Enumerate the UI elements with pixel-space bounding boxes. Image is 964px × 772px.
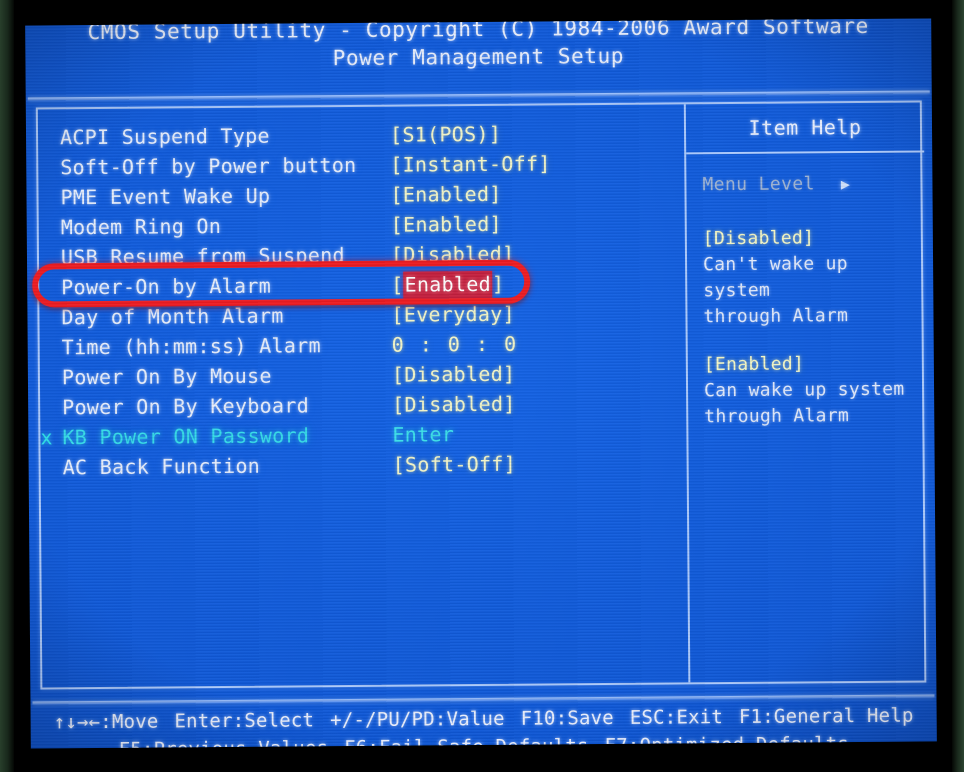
setting-label: Modem Ring On	[60, 214, 222, 240]
setting-value[interactable]: [S1(POS)]	[390, 122, 501, 147]
setting-row[interactable]: x KB Power ON Password Enter	[40, 421, 662, 456]
menu-level-row: Menu Level ▶	[702, 171, 924, 199]
setting-label: Power-On by Alarm	[61, 273, 272, 300]
help-block-heading: [Disabled]	[702, 227, 815, 250]
setting-value[interactable]: [Disabled]	[392, 362, 516, 387]
help-block-spacer	[704, 329, 926, 353]
setting-value[interactable]: [Everyday]	[391, 302, 515, 327]
bios-photo-frame: CMOS Setup Utility - Copyright (C) 1984-…	[0, 0, 964, 772]
setting-value[interactable]: [Soft-Off]	[393, 452, 517, 477]
key-hint[interactable]: ESC:Exit	[630, 706, 723, 729]
help-block: [Enabled] Can wake up system through Alarm	[704, 351, 927, 431]
setting-value[interactable]: [Enabled]	[391, 270, 504, 299]
chevron-right-icon: ▶	[840, 175, 851, 194]
key-hint[interactable]: F1:General Help	[739, 705, 914, 728]
key-hint[interactable]: ↑↓→←:Move	[54, 711, 159, 734]
setting-label: USB Resume from Suspend	[60, 243, 345, 270]
crt-screen: CMOS Setup Utility - Copyright (C) 1984-…	[25, 18, 937, 749]
setting-label: AC Back Function	[62, 453, 261, 480]
key-hint[interactable]: Enter:Select	[174, 709, 314, 732]
setting-value[interactable]: [Enabled]	[391, 212, 502, 237]
setting-label: PME Event Wake Up	[60, 183, 271, 210]
function-key-bar: ↑↓→←:Move Enter:Select +/-/PU/PD:Value F10:…	[31, 701, 937, 749]
key-hint[interactable]: F5:Previous Values	[119, 737, 329, 748]
help-block-text: through Alarm	[703, 305, 849, 328]
help-block: [Disabled] Can't wake up system through Al…	[703, 225, 926, 331]
setting-value[interactable]: [Disabled]	[392, 392, 516, 417]
help-block-text: through Alarm	[704, 405, 850, 428]
key-hint[interactable]: F6:Fail-Safe Defaults	[344, 735, 589, 748]
setting-value[interactable]: [Instant-Off]	[390, 151, 551, 176]
setting-value[interactable]: [Enabled]	[390, 182, 501, 207]
item-help-body: Menu Level ▶ [Disabled] Can't wake up sys…	[686, 153, 926, 431]
key-hint[interactable]: +/-/PU/PD:Value	[330, 708, 505, 731]
key-hint[interactable]: F10:Save	[521, 707, 614, 730]
help-block-text: Can't wake up system	[702, 253, 848, 302]
setting-label: Time (hh:mm:ss) Alarm	[61, 333, 321, 360]
setting-row[interactable]: Day of Month Alarm [Everyday]	[61, 301, 661, 336]
setting-row[interactable]: USB Resume from Suspend [Disabled]	[61, 241, 661, 276]
setting-row[interactable]: AC Back Function [Soft-Off]	[63, 451, 663, 486]
settings-list: ACPI Suspend Type [S1(POS)] Soft-Off by Po…	[40, 121, 663, 486]
setting-row[interactable]: ACPI Suspend Type [S1(POS)]	[60, 121, 660, 156]
setup-main-box: ACPI Suspend Type [S1(POS)] Soft-Off by Po…	[35, 100, 929, 690]
selected-value-highlight: Enabled	[403, 270, 493, 299]
help-block-text: Can wake up system	[703, 378, 905, 402]
setting-label: x KB Power ON Password	[40, 423, 310, 450]
setting-label: Soft-Off by Power button	[60, 152, 357, 180]
setting-label: Day of Month Alarm	[61, 303, 284, 330]
setting-label: Power On By Mouse	[61, 363, 272, 390]
item-help-title: Item Help	[685, 102, 925, 155]
menu-level-label: Menu Level	[702, 173, 815, 196]
setting-value[interactable]: [Disabled]	[391, 242, 515, 267]
setting-row[interactable]: Power-On by Alarm [Enabled]	[61, 270, 661, 306]
setting-row[interactable]: Power On By Mouse [Disabled]	[62, 361, 662, 396]
bios-header: CMOS Setup Utility - Copyright (C) 1984-…	[25, 18, 931, 75]
photo-edge-tint-right	[952, 0, 964, 772]
header-divider	[27, 90, 930, 101]
setting-row[interactable]: Soft-Off by Power button [Instant-Off]	[60, 151, 660, 186]
setting-label: Power On By Keyboard	[62, 393, 310, 420]
disabled-marker-icon: x	[40, 425, 53, 450]
setting-row[interactable]: Time (hh:mm:ss) Alarm 0 : 0 : 0	[62, 331, 662, 366]
setting-value[interactable]: Enter	[392, 422, 454, 446]
help-block-heading: [Enabled]	[703, 353, 805, 376]
key-hint[interactable]: F7:Optimized Defaults	[605, 733, 850, 748]
setting-row[interactable]: Power On By Keyboard [Disabled]	[62, 391, 662, 426]
item-help-panel: Item Help Menu Level ▶ [Disabled] Can't w…	[683, 102, 929, 683]
setting-label: ACPI Suspend Type	[59, 123, 270, 150]
setting-value[interactable]: 0 : 0 : 0	[392, 332, 519, 357]
setting-row[interactable]: Modem Ring On [Enabled]	[61, 211, 661, 246]
item-help-blocks: [Disabled] Can't wake up system through Al…	[703, 225, 927, 431]
setting-row[interactable]: PME Event Wake Up [Enabled]	[60, 181, 660, 216]
photo-edge-tint-left	[0, 0, 14, 772]
